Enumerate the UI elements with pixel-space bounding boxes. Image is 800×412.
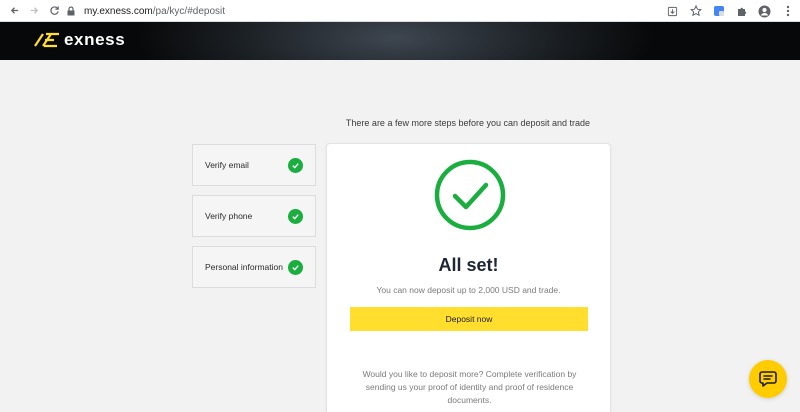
exness-logo-mark-icon	[34, 32, 59, 48]
install-icon[interactable]	[666, 5, 679, 18]
address-bar[interactable]: my.exness.com/pa/kyc/#deposit	[66, 2, 726, 20]
browser-toolbar: my.exness.com/pa/kyc/#deposit	[0, 0, 800, 22]
url-host: my.exness.com	[84, 5, 153, 17]
browser-menu-icon[interactable]	[781, 5, 794, 18]
chat-button[interactable]	[749, 360, 787, 398]
site-header: exness	[0, 22, 800, 60]
profile-avatar-icon[interactable]	[758, 5, 771, 18]
step-verify-email[interactable]: Verify email	[192, 144, 316, 186]
step-label: Verify phone	[205, 211, 253, 221]
url-path: /pa/kyc/#deposit	[152, 5, 225, 17]
step-verify-phone[interactable]: Verify phone	[192, 195, 316, 237]
step-label: Personal information	[205, 262, 283, 272]
steps-title: There are a few more steps before you ca…	[345, 118, 591, 128]
reload-icon[interactable]	[48, 5, 60, 17]
check-circle-icon	[288, 259, 303, 275]
chat-bubble-icon	[759, 371, 777, 387]
bookmark-star-icon[interactable]	[689, 5, 702, 18]
lock-icon	[67, 6, 75, 16]
all-set-card: All set! You can now deposit up to 2,000…	[326, 143, 611, 412]
step-personal-information[interactable]: Personal information	[192, 246, 316, 288]
check-circle-icon	[288, 208, 303, 224]
card-title: All set!	[438, 255, 499, 275]
back-icon[interactable]	[8, 5, 20, 17]
card-subtitle: You can now deposit up to 2,000 USD and …	[376, 285, 561, 295]
url-text: my.exness.com/pa/kyc/#deposit	[84, 6, 225, 17]
translate-extension-icon[interactable]	[712, 5, 725, 18]
deposit-now-button[interactable]: Deposit now	[350, 307, 588, 331]
check-circle-icon	[288, 157, 303, 173]
step-label: Verify email	[205, 160, 249, 170]
extensions-puzzle-icon[interactable]	[735, 5, 748, 18]
forward-icon[interactable]	[28, 5, 40, 17]
verification-note: Would you like to deposit more? Complete…	[362, 369, 577, 405]
exness-logo[interactable]: exness	[32, 30, 125, 50]
logo-text: exness	[64, 30, 126, 49]
success-check-icon	[434, 159, 506, 231]
